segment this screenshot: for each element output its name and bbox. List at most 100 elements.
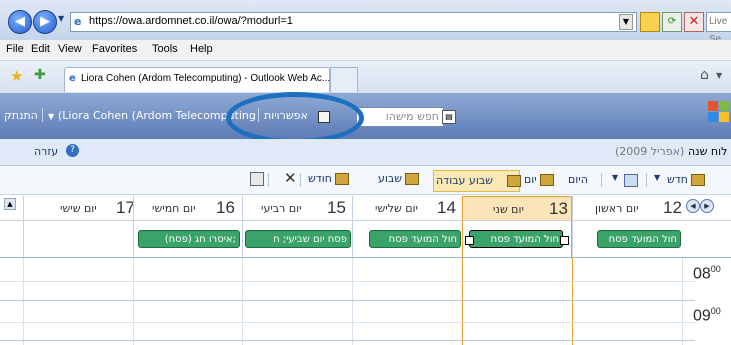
- day-number: 12: [663, 198, 682, 217]
- help-link[interactable]: עזרה: [34, 145, 58, 158]
- delete-icon[interactable]: ✕: [284, 169, 297, 187]
- back-button[interactable]: ◀: [8, 10, 32, 34]
- divider: [0, 257, 731, 258]
- time-hour: 08: [693, 265, 711, 283]
- month-view-button[interactable]: חודש: [308, 172, 349, 185]
- today-button[interactable]: היום: [568, 173, 588, 186]
- scroll-up-icon[interactable]: ▲: [4, 198, 16, 210]
- allday-cell-13[interactable]: חול המועד פסח: [462, 221, 572, 257]
- day-name: יום שישי: [60, 202, 97, 215]
- calendar-picker-icon[interactable]: [624, 174, 638, 187]
- url-dropdown-icon[interactable]: ▼: [619, 14, 633, 30]
- day-header-12[interactable]: 12 יום ראשון: [572, 196, 683, 220]
- divider: [300, 173, 301, 187]
- calendar-toolbar: ✕ חודש שבוע: [0, 166, 731, 195]
- divider: [268, 173, 269, 187]
- today-column-line: [462, 258, 463, 345]
- allday-cell-12[interactable]: חול המועד פסח: [572, 221, 683, 257]
- lock-icon[interactable]: [640, 12, 660, 32]
- home-icon[interactable]: ⌂: [700, 67, 709, 83]
- stop-icon[interactable]: ✕: [684, 12, 704, 32]
- day-column-line: [242, 258, 243, 345]
- url-field[interactable]: e https://owa.ardomnet.co.il/owa/?modurl…: [70, 12, 637, 32]
- home-dropdown-icon[interactable]: ▼: [716, 71, 722, 80]
- hour-line: [0, 340, 695, 341]
- half-hour-line: [0, 322, 695, 323]
- refresh-icon[interactable]: ⟳: [662, 12, 682, 32]
- event-pesach-13[interactable]: חול המועד פסח: [469, 230, 563, 248]
- month-view-label: חודש: [308, 172, 332, 185]
- menu-bar: File Edit View Favorites Tools Help: [0, 40, 731, 61]
- allday-cell-14[interactable]: חול המועד פסח: [352, 221, 463, 257]
- day-number: 16: [216, 198, 235, 217]
- view-title: לוח שנה: [688, 145, 728, 158]
- new-label: חדש: [667, 173, 688, 186]
- browser-tab[interactable]: e Liora Cohen (Ardom Telecomputing) - Ou…: [64, 67, 330, 92]
- menu-edit[interactable]: Edit: [31, 43, 50, 55]
- day-number: 14: [437, 198, 456, 217]
- event-pesach-12[interactable]: חול המועד פסח: [597, 230, 681, 248]
- day-header-16[interactable]: 16 יום חמישי: [133, 196, 243, 220]
- event-pesach-15[interactable]: פסח יום שביעי; ח: [245, 230, 351, 248]
- week-view-button[interactable]: שבוע: [378, 172, 420, 185]
- outlook-logo-icon: [708, 101, 730, 129]
- day-header-13-today[interactable]: 13 יום שני: [462, 196, 572, 221]
- resize-handle-right[interactable]: [560, 236, 569, 245]
- owa-header: התנתק ▼ (Liora Cohen (Ardom Telecomputin…: [0, 93, 731, 139]
- day-header-14[interactable]: 14 יום שלישי: [352, 196, 463, 220]
- event-pesach-14[interactable]: חול המועד פסח: [369, 230, 461, 248]
- day-column-line: [23, 258, 24, 345]
- day-number: 15: [327, 198, 346, 217]
- prev-week-icon[interactable]: ◀: [686, 199, 700, 213]
- day-header-15[interactable]: 15 יום רביעי: [242, 196, 353, 220]
- allday-cell-17[interactable]: [23, 221, 134, 257]
- menu-help[interactable]: Help: [190, 43, 213, 55]
- highlight-ellipse: [226, 92, 364, 144]
- day-view-button[interactable]: יום: [524, 173, 554, 186]
- day-name: יום שלישי: [375, 202, 419, 215]
- menu-view[interactable]: View: [58, 43, 82, 55]
- add-favorite-icon[interactable]: ✚: [34, 67, 46, 83]
- new-button[interactable]: חדש: [667, 173, 705, 186]
- day-number: 13: [549, 199, 568, 218]
- menu-file[interactable]: File: [6, 43, 24, 55]
- day-column-line: [133, 258, 134, 345]
- print-icon[interactable]: [250, 172, 264, 186]
- day-view-label: יום: [524, 173, 537, 186]
- day-name: יום ראשון: [595, 202, 639, 215]
- allday-cell-16[interactable]: איסרו חג (פסח);: [133, 221, 243, 257]
- work-week-button[interactable]: שבוע עבודה: [433, 170, 521, 192]
- people-search-input[interactable]: חפש מישהו: [356, 107, 444, 127]
- week-view-label: שבוע: [378, 172, 403, 185]
- half-hour-line: [0, 281, 695, 282]
- forward-button[interactable]: ▶: [33, 10, 57, 34]
- calendar-month-icon: [334, 173, 349, 185]
- new-tab-button[interactable]: [330, 67, 358, 92]
- address-book-icon[interactable]: ▤: [442, 110, 456, 124]
- history-dropdown-icon[interactable]: ▼: [58, 14, 64, 23]
- month-label: (אפריל 2009): [615, 145, 685, 158]
- today-dropdown-icon[interactable]: ▼: [612, 173, 618, 182]
- live-search-field[interactable]: Live Se: [706, 12, 731, 45]
- menu-favorites[interactable]: Favorites: [92, 43, 137, 55]
- allday-cell-15[interactable]: פסח יום שביעי; ח: [242, 221, 353, 257]
- next-week-icon[interactable]: ▶: [700, 199, 714, 213]
- resize-handle-left[interactable]: [465, 236, 474, 245]
- user-dropdown-icon[interactable]: ▼: [48, 112, 54, 121]
- day-name: יום חמישי: [152, 202, 196, 215]
- divider: [646, 173, 647, 187]
- time-minutes: 00: [710, 264, 721, 274]
- event-pesach-16[interactable]: איסרו חג (פסח);: [138, 230, 240, 248]
- new-dropdown-icon[interactable]: ▼: [654, 173, 660, 182]
- divider: [601, 173, 602, 187]
- work-week-label: שבוע עבודה: [436, 174, 493, 187]
- day-header-17[interactable]: 17 יום שישי: [23, 196, 135, 220]
- url-text: https://owa.ardomnet.co.il/owa/?modurl=1: [89, 15, 293, 27]
- favorites-star-icon[interactable]: ★: [10, 67, 23, 85]
- help-icon[interactable]: ?: [66, 144, 79, 157]
- logout-link[interactable]: התנתק: [4, 109, 38, 122]
- divider: [42, 108, 43, 122]
- calendar-week-icon: [405, 173, 420, 185]
- menu-tools[interactable]: Tools: [152, 43, 178, 55]
- today-column-line: [572, 258, 573, 345]
